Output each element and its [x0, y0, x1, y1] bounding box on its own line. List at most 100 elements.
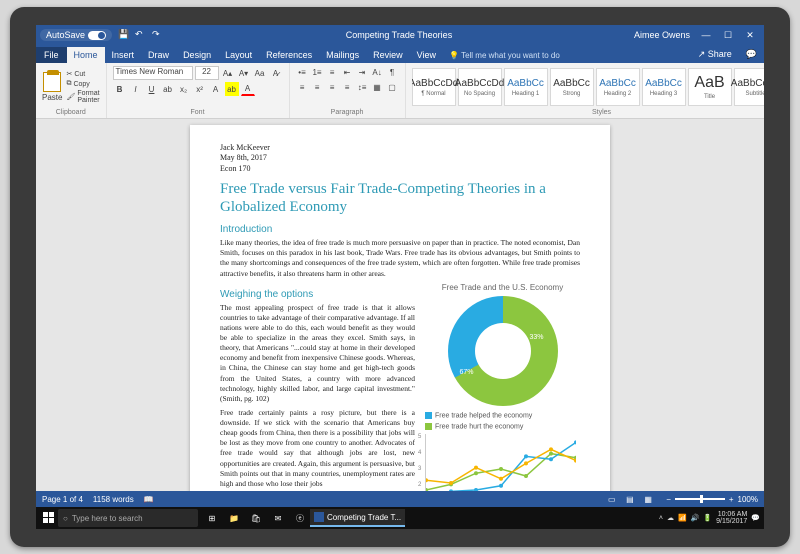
strike-button[interactable]: ab [161, 82, 175, 96]
bold-button[interactable]: B [113, 82, 127, 96]
copy-button[interactable]: ⧉ Copy [66, 80, 99, 88]
text-effects-icon[interactable]: A [209, 82, 223, 96]
style-heading-2[interactable]: AaBbCcHeading 2 [596, 68, 640, 106]
edge-icon[interactable]: ⓔ [290, 509, 310, 527]
document-title: Competing Trade Theories [164, 30, 634, 40]
onedrive-icon[interactable]: ☁ [667, 514, 674, 522]
font-name-select[interactable]: Times New Roman [113, 66, 193, 80]
underline-button[interactable]: U [145, 82, 159, 96]
explorer-icon[interactable]: 📁 [224, 509, 244, 527]
bullets-icon[interactable]: •≡ [296, 66, 309, 79]
numbering-icon[interactable]: 1≡ [311, 66, 324, 79]
shading-icon[interactable]: ▦ [371, 81, 384, 94]
document-area[interactable]: Jack McKeever May 8th, 2017 Econ 170 Fre… [36, 119, 764, 491]
maximize-icon[interactable]: ☐ [718, 27, 738, 43]
zoom-slider[interactable] [675, 498, 725, 500]
tab-review[interactable]: Review [366, 47, 410, 63]
zoom-level[interactable]: 100% [738, 495, 758, 504]
tab-insert[interactable]: Insert [105, 47, 142, 63]
subscript-button[interactable]: x₂ [177, 82, 191, 96]
start-button[interactable] [40, 509, 58, 527]
chart-title: Free Trade and the U.S. Economy [425, 283, 580, 292]
style-title[interactable]: AaBTitle [688, 68, 732, 106]
highlight-icon[interactable]: ab [225, 82, 239, 96]
web-layout-icon[interactable]: ▦ [641, 493, 655, 505]
tab-design[interactable]: Design [176, 47, 218, 63]
tab-home[interactable]: Home [67, 47, 105, 63]
task-view-icon[interactable]: ⊞ [202, 509, 222, 527]
print-layout-icon[interactable]: ▤ [623, 493, 637, 505]
style-no-spacing[interactable]: AaBbCcDdNo Spacing [458, 68, 502, 106]
paste-button[interactable]: Paste [42, 72, 62, 102]
line-spacing-icon[interactable]: ↕≡ [356, 81, 369, 94]
mail-icon[interactable]: ✉ [268, 509, 288, 527]
font-color-icon[interactable]: A [241, 82, 255, 96]
zoom-out-icon[interactable]: − [666, 495, 671, 504]
donut-label-67: 67% [460, 369, 474, 376]
borders-icon[interactable]: ▢ [386, 81, 399, 94]
show-marks-icon[interactable]: ¶ [386, 66, 399, 79]
redo-icon[interactable]: ↷ [152, 29, 164, 41]
style-strong[interactable]: AaBbCcStrong [550, 68, 594, 106]
tab-draw[interactable]: Draw [141, 47, 176, 63]
align-left-icon[interactable]: ≡ [296, 81, 309, 94]
page[interactable]: Jack McKeever May 8th, 2017 Econ 170 Fre… [190, 125, 610, 491]
system-tray[interactable]: ˄ ☁ 📶 🔊 🔋 10:06 AM 9/15/2017 💬 [659, 511, 760, 525]
toggle-icon [88, 31, 106, 40]
font-size-select[interactable]: 22 [195, 66, 219, 80]
spellcheck-icon[interactable]: 📖 [144, 495, 154, 504]
style--normal[interactable]: AaBbCcDd¶ Normal [412, 68, 456, 106]
word-taskbar-button[interactable]: Competing Trade T... [310, 509, 405, 527]
style-heading-3[interactable]: AaBbCcHeading 3 [642, 68, 686, 106]
taskbar: ○ Type here to search ⊞ 📁 🛍 ✉ ⓔ Competin… [36, 507, 764, 529]
shrink-font-icon[interactable]: A▾ [237, 66, 251, 80]
user-name[interactable]: Aimee Owens [634, 30, 690, 40]
wifi-icon[interactable]: 📶 [678, 514, 687, 522]
comments-icon[interactable]: 💬 [739, 46, 764, 63]
clear-format-icon[interactable]: A̷ [269, 66, 283, 80]
share-button[interactable]: ↗ Share [691, 46, 739, 63]
superscript-button[interactable]: x² [193, 82, 207, 96]
tab-mailings[interactable]: Mailings [319, 47, 366, 63]
outdent-icon[interactable]: ⇤ [341, 66, 354, 79]
format-painter-button[interactable]: 🖌 Format Painter [66, 90, 99, 104]
undo-icon[interactable]: ↶ [135, 29, 147, 41]
screen: AutoSave 💾 ↶ ↷ Competing Trade Theories … [36, 25, 764, 529]
battery-icon[interactable]: 🔋 [703, 514, 712, 522]
file-tab[interactable]: File [36, 47, 67, 63]
justify-icon[interactable]: ≡ [341, 81, 354, 94]
taskbar-search[interactable]: ○ Type here to search [58, 509, 198, 527]
notifications-icon[interactable]: 💬 [751, 514, 760, 522]
sort-icon[interactable]: A↓ [371, 66, 384, 79]
volume-icon[interactable]: 🔊 [691, 514, 700, 522]
style-subtitle[interactable]: AaBbCcDdSubtitle [734, 68, 764, 106]
font-group: Times New Roman 22 A▴ A▾ Aa A̷ B I U ab … [107, 63, 290, 118]
store-icon[interactable]: 🛍 [246, 509, 266, 527]
style-heading-1[interactable]: AaBbCcHeading 1 [504, 68, 548, 106]
align-center-icon[interactable]: ≡ [311, 81, 324, 94]
page-indicator[interactable]: Page 1 of 4 [42, 495, 83, 504]
zoom-in-icon[interactable]: + [729, 495, 734, 504]
tell-me[interactable]: 💡 Tell me what you want to do [443, 48, 566, 63]
grow-font-icon[interactable]: A▴ [221, 66, 235, 80]
save-icon[interactable]: 💾 [118, 29, 130, 41]
clock[interactable]: 10:06 AM 9/15/2017 [716, 511, 747, 525]
multilevel-icon[interactable]: ≡ [326, 66, 339, 79]
change-case-icon[interactable]: Aa [253, 66, 267, 80]
word-count[interactable]: 1158 words [93, 495, 134, 504]
cut-button[interactable]: ✂ Cut [66, 70, 99, 78]
indent-icon[interactable]: ⇥ [356, 66, 369, 79]
view-buttons: ▭ ▤ ▦ [604, 493, 656, 505]
cortana-icon: ○ [63, 514, 68, 523]
read-mode-icon[interactable]: ▭ [605, 493, 619, 505]
italic-button[interactable]: I [129, 82, 143, 96]
close-icon[interactable]: ✕ [740, 27, 760, 43]
tray-up-icon[interactable]: ˄ [659, 515, 663, 522]
minimize-icon[interactable]: — [696, 27, 716, 43]
tab-references[interactable]: References [259, 47, 319, 63]
tab-layout[interactable]: Layout [218, 47, 259, 63]
zoom-control[interactable]: − + 100% [666, 495, 758, 504]
tab-view[interactable]: View [410, 47, 443, 63]
autosave-toggle[interactable]: AutoSave [40, 29, 112, 41]
align-right-icon[interactable]: ≡ [326, 81, 339, 94]
